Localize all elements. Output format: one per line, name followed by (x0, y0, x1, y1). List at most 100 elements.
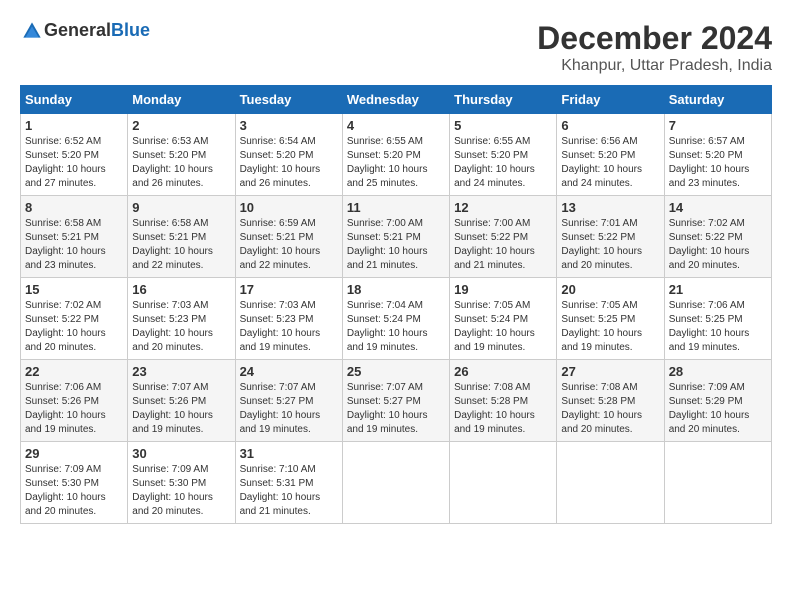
day-number: 24 (240, 364, 338, 379)
day-number: 14 (669, 200, 767, 215)
day-info: Sunrise: 7:06 AM Sunset: 5:25 PM Dayligh… (669, 299, 767, 355)
calendar-body: 1 Sunrise: 6:52 AM Sunset: 5:20 PM Daylig… (21, 114, 772, 524)
calendar-cell: 6Sunrise: 6:56 AM Sunset: 5:20 PM Daylig… (557, 114, 664, 196)
header: GeneralBlue December 2024 Khanpur, Uttar… (20, 20, 772, 75)
calendar-cell (450, 442, 557, 524)
calendar-cell (557, 442, 664, 524)
calendar-header: SundayMondayTuesdayWednesdayThursdayFrid… (21, 86, 772, 114)
calendar-cell (664, 442, 771, 524)
calendar-cell: 25 Sunrise: 7:07 AM Sunset: 5:27 PM Dayli… (342, 360, 449, 442)
day-number: 15 (25, 282, 123, 297)
calendar-cell: 9 Sunrise: 6:58 AM Sunset: 5:21 PM Daylig… (128, 196, 235, 278)
week-row-3: 15Sunrise: 7:02 AM Sunset: 5:22 PM Dayli… (21, 278, 772, 360)
day-number: 9 (132, 200, 230, 215)
calendar-cell: 28Sunrise: 7:09 AM Sunset: 5:29 PM Dayli… (664, 360, 771, 442)
calendar-cell: 1 Sunrise: 6:52 AM Sunset: 5:20 PM Daylig… (21, 114, 128, 196)
week-row-1: 1 Sunrise: 6:52 AM Sunset: 5:20 PM Daylig… (21, 114, 772, 196)
day-number: 1 (25, 118, 123, 133)
day-info: Sunrise: 7:07 AM Sunset: 5:27 PM Dayligh… (347, 381, 445, 437)
calendar-cell: 17 Sunrise: 7:03 AM Sunset: 5:23 PM Dayli… (235, 278, 342, 360)
day-info: Sunrise: 7:00 AM Sunset: 5:21 PM Dayligh… (347, 217, 445, 273)
day-number: 17 (240, 282, 338, 297)
calendar-cell: 27Sunrise: 7:08 AM Sunset: 5:28 PM Dayli… (557, 360, 664, 442)
day-number: 23 (132, 364, 230, 379)
day-number: 18 (347, 282, 445, 297)
day-info: Sunrise: 7:03 AM Sunset: 5:23 PM Dayligh… (132, 299, 230, 355)
day-number: 8 (25, 200, 123, 215)
day-number: 11 (347, 200, 445, 215)
day-number: 13 (561, 200, 659, 215)
calendar-cell: 22Sunrise: 7:06 AM Sunset: 5:26 PM Dayli… (21, 360, 128, 442)
day-number: 31 (240, 446, 338, 461)
calendar-cell: 21Sunrise: 7:06 AM Sunset: 5:25 PM Dayli… (664, 278, 771, 360)
day-info: Sunrise: 6:58 AM Sunset: 5:21 PM Dayligh… (132, 217, 230, 273)
header-day-monday: Monday (128, 86, 235, 114)
logo-icon (22, 21, 42, 41)
calendar-cell: 10 Sunrise: 6:59 AM Sunset: 5:21 PM Dayli… (235, 196, 342, 278)
header-day-saturday: Saturday (664, 86, 771, 114)
calendar-cell: 26Sunrise: 7:08 AM Sunset: 5:28 PM Dayli… (450, 360, 557, 442)
day-number: 10 (240, 200, 338, 215)
day-number: 2 (132, 118, 230, 133)
day-number: 30 (132, 446, 230, 461)
week-row-2: 8 Sunrise: 6:58 AM Sunset: 5:21 PM Daylig… (21, 196, 772, 278)
day-info: Sunrise: 7:03 AM Sunset: 5:23 PM Dayligh… (240, 299, 338, 355)
day-number: 16 (132, 282, 230, 297)
day-info: Sunrise: 7:05 AM Sunset: 5:24 PM Dayligh… (454, 299, 552, 355)
calendar-cell: 8 Sunrise: 6:58 AM Sunset: 5:21 PM Daylig… (21, 196, 128, 278)
calendar-cell (342, 442, 449, 524)
calendar-cell: 29Sunrise: 7:09 AM Sunset: 5:30 PM Dayli… (21, 442, 128, 524)
calendar-cell: 13 Sunrise: 7:01 AM Sunset: 5:22 PM Dayli… (557, 196, 664, 278)
header-day-thursday: Thursday (450, 86, 557, 114)
calendar-cell: 14Sunrise: 7:02 AM Sunset: 5:22 PM Dayli… (664, 196, 771, 278)
subtitle: Khanpur, Uttar Pradesh, India (537, 57, 772, 75)
day-info: Sunrise: 7:06 AM Sunset: 5:26 PM Dayligh… (25, 381, 123, 437)
day-info: Sunrise: 6:58 AM Sunset: 5:21 PM Dayligh… (25, 217, 123, 273)
title-area: December 2024 Khanpur, Uttar Pradesh, In… (537, 20, 772, 75)
day-number: 20 (561, 282, 659, 297)
calendar: SundayMondayTuesdayWednesdayThursdayFrid… (20, 85, 772, 524)
calendar-cell: 23 Sunrise: 7:07 AM Sunset: 5:26 PM Dayli… (128, 360, 235, 442)
day-info: Sunrise: 7:01 AM Sunset: 5:22 PM Dayligh… (561, 217, 659, 273)
calendar-cell: 5Sunrise: 6:55 AM Sunset: 5:20 PM Daylig… (450, 114, 557, 196)
day-info: Sunrise: 6:56 AM Sunset: 5:20 PM Dayligh… (561, 135, 659, 191)
day-info: Sunrise: 7:08 AM Sunset: 5:28 PM Dayligh… (561, 381, 659, 437)
calendar-cell: 19 Sunrise: 7:05 AM Sunset: 5:24 PM Dayli… (450, 278, 557, 360)
day-info: Sunrise: 7:04 AM Sunset: 5:24 PM Dayligh… (347, 299, 445, 355)
calendar-cell: 3 Sunrise: 6:54 AM Sunset: 5:20 PM Daylig… (235, 114, 342, 196)
day-number: 7 (669, 118, 767, 133)
day-number: 5 (454, 118, 552, 133)
day-number: 25 (347, 364, 445, 379)
day-info: Sunrise: 6:55 AM Sunset: 5:20 PM Dayligh… (347, 135, 445, 191)
day-info: Sunrise: 7:05 AM Sunset: 5:25 PM Dayligh… (561, 299, 659, 355)
day-number: 3 (240, 118, 338, 133)
day-info: Sunrise: 6:59 AM Sunset: 5:21 PM Dayligh… (240, 217, 338, 273)
header-day-wednesday: Wednesday (342, 86, 449, 114)
header-day-friday: Friday (557, 86, 664, 114)
day-number: 19 (454, 282, 552, 297)
logo: GeneralBlue (20, 20, 150, 41)
calendar-cell: 30 Sunrise: 7:09 AM Sunset: 5:30 PM Dayli… (128, 442, 235, 524)
logo-text: GeneralBlue (44, 20, 150, 41)
day-info: Sunrise: 7:09 AM Sunset: 5:30 PM Dayligh… (132, 463, 230, 519)
day-info: Sunrise: 6:54 AM Sunset: 5:20 PM Dayligh… (240, 135, 338, 191)
calendar-cell: 4 Sunrise: 6:55 AM Sunset: 5:20 PM Daylig… (342, 114, 449, 196)
header-row: SundayMondayTuesdayWednesdayThursdayFrid… (21, 86, 772, 114)
day-info: Sunrise: 7:07 AM Sunset: 5:26 PM Dayligh… (132, 381, 230, 437)
calendar-cell: 16 Sunrise: 7:03 AM Sunset: 5:23 PM Dayli… (128, 278, 235, 360)
day-number: 12 (454, 200, 552, 215)
day-info: Sunrise: 6:53 AM Sunset: 5:20 PM Dayligh… (132, 135, 230, 191)
week-row-4: 22Sunrise: 7:06 AM Sunset: 5:26 PM Dayli… (21, 360, 772, 442)
day-info: Sunrise: 7:08 AM Sunset: 5:28 PM Dayligh… (454, 381, 552, 437)
calendar-cell: 15Sunrise: 7:02 AM Sunset: 5:22 PM Dayli… (21, 278, 128, 360)
header-day-tuesday: Tuesday (235, 86, 342, 114)
calendar-cell: 12Sunrise: 7:00 AM Sunset: 5:22 PM Dayli… (450, 196, 557, 278)
calendar-cell: 24 Sunrise: 7:07 AM Sunset: 5:27 PM Dayli… (235, 360, 342, 442)
calendar-cell: 18 Sunrise: 7:04 AM Sunset: 5:24 PM Dayli… (342, 278, 449, 360)
day-info: Sunrise: 6:57 AM Sunset: 5:20 PM Dayligh… (669, 135, 767, 191)
day-info: Sunrise: 7:07 AM Sunset: 5:27 PM Dayligh… (240, 381, 338, 437)
main-title: December 2024 (537, 20, 772, 57)
calendar-cell: 20 Sunrise: 7:05 AM Sunset: 5:25 PM Dayli… (557, 278, 664, 360)
day-info: Sunrise: 6:52 AM Sunset: 5:20 PM Dayligh… (25, 135, 123, 191)
day-number: 4 (347, 118, 445, 133)
